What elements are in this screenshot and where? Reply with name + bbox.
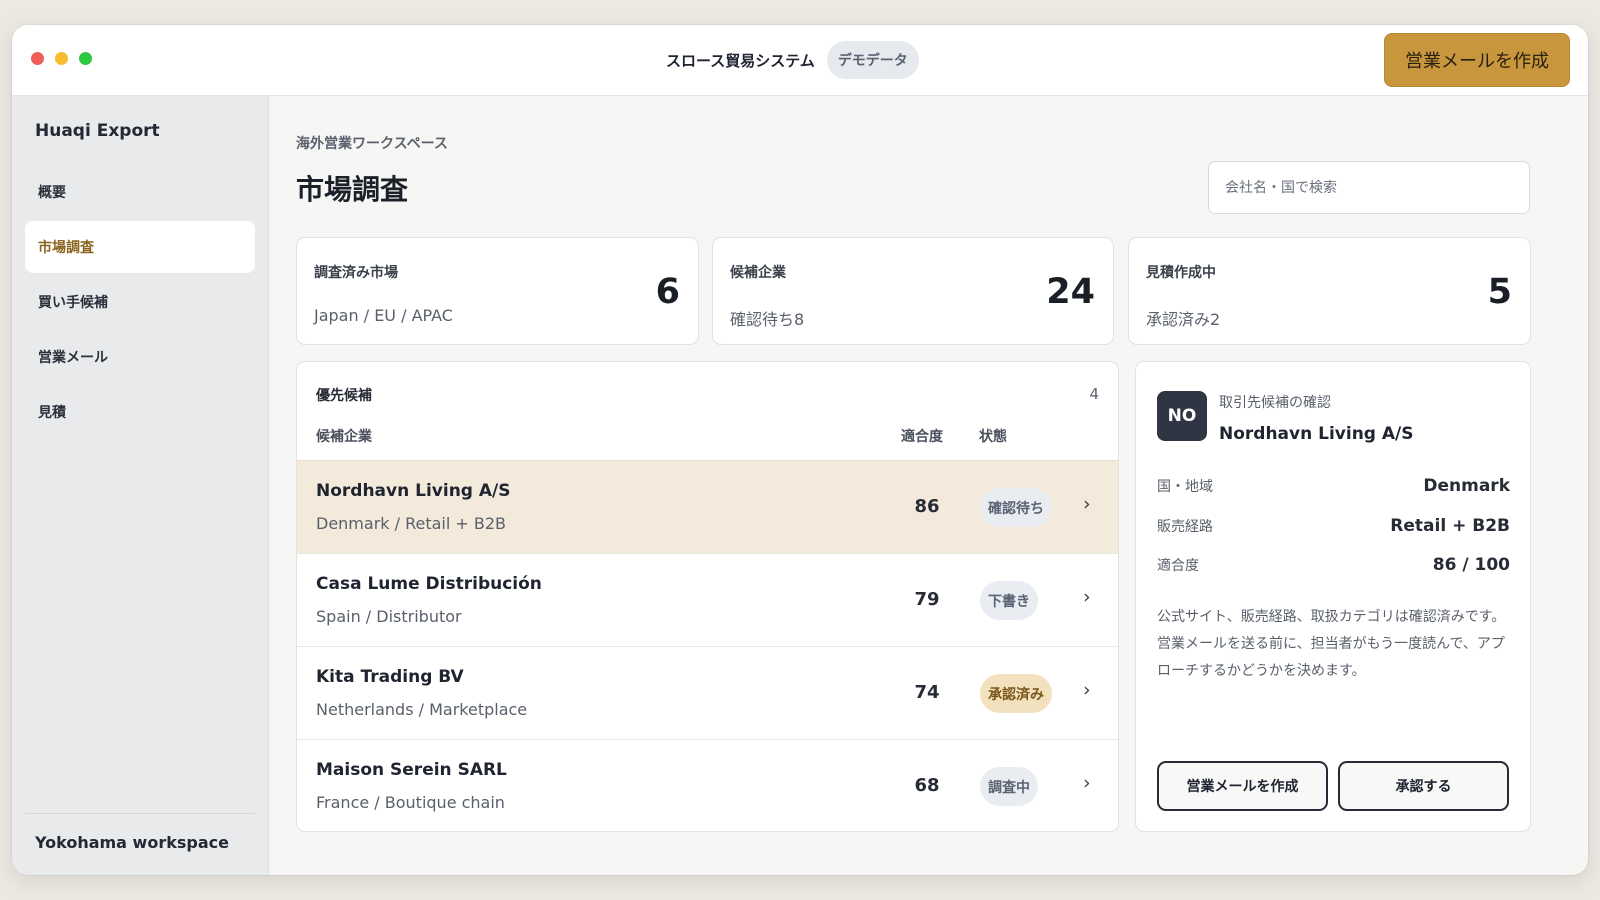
- detail-caption: 取引先候補の確認: [1219, 395, 1331, 411]
- brand-name: Huaqi Export: [35, 121, 160, 141]
- table-row[interactable]: Maison Serein SARL France / Boutique cha…: [297, 739, 1118, 831]
- field-label: 適合度: [1157, 558, 1199, 574]
- status-badge: 下書き: [980, 581, 1038, 620]
- column-header-company: 候補企業: [316, 429, 372, 445]
- field-value: Retail + B2B: [1390, 516, 1510, 536]
- candidate-list: Nordhavn Living A/S Denmark / Retail + B…: [297, 460, 1118, 831]
- workspace-name: Yokohama workspace: [35, 833, 229, 852]
- sidebar: Huaqi Export 概要 市場調査 買い手候補 営業メール 見積 Yoko…: [12, 96, 269, 875]
- page-title: 市場調査: [296, 173, 409, 206]
- field-label: 国・地域: [1157, 479, 1213, 495]
- field-value: 86 / 100: [1432, 555, 1510, 575]
- field-label: 販売経路: [1157, 519, 1213, 535]
- sidebar-item-quotes[interactable]: 見積: [25, 386, 255, 438]
- status-badge: 調査中: [980, 767, 1038, 806]
- table-row[interactable]: Kita Trading BV Netherlands / Marketplac…: [297, 646, 1118, 739]
- breadcrumb: 海外営業ワークスペース: [296, 136, 448, 152]
- detail-compose-email-button[interactable]: 営業メールを作成: [1157, 761, 1328, 811]
- company-name: Kita Trading BV: [316, 667, 464, 687]
- stat-value: 6: [655, 272, 680, 312]
- detail-note: 公式サイト、販売経路、取扱カテゴリは確認済みです。営業メールを送る前に、担当者が…: [1157, 609, 1506, 679]
- fit-score: 68: [914, 775, 940, 796]
- status-badge: 確認待ち: [980, 488, 1052, 527]
- company-name: Maison Serein SARL: [316, 760, 507, 780]
- approve-button[interactable]: 承認する: [1338, 761, 1509, 811]
- company-meta: Denmark / Retail + B2B: [316, 514, 507, 533]
- sidebar-item-sales-email[interactable]: 営業メール: [25, 331, 255, 383]
- sidebar-nav: 概要 市場調査 買い手候補 営業メール 見積: [25, 166, 255, 441]
- stat-label: 候補企業: [730, 265, 786, 281]
- status-badge: 承認済み: [980, 674, 1052, 713]
- window-controls: [31, 52, 92, 65]
- table-row[interactable]: Casa Lume Distribución Spain / Distribut…: [297, 553, 1118, 646]
- priority-candidates-panel: 優先候補 4 候補企業 適合度 状態 Nordhavn Living A/S D…: [296, 361, 1119, 832]
- detail-field-channel: 販売経路 Retail + B2B: [1157, 514, 1510, 538]
- company-meta: Netherlands / Marketplace: [316, 700, 528, 719]
- chevron-right-icon[interactable]: ›: [1083, 679, 1091, 701]
- company-meta: Spain / Distributor: [316, 607, 462, 626]
- title-bar: スロース貿易システム デモデータ 営業メールを作成: [12, 25, 1588, 96]
- column-header-status: 状態: [979, 429, 1007, 445]
- title-group: スロース貿易システム デモデータ: [666, 41, 919, 79]
- sidebar-item-market-research[interactable]: 市場調査: [25, 221, 255, 273]
- stat-sub: 承認済み2: [1146, 310, 1221, 329]
- demo-data-badge: デモデータ: [826, 41, 919, 79]
- stat-sub: Japan / EU / APAC: [314, 306, 453, 325]
- candidate-detail-panel: NO 取引先候補の確認 Nordhavn Living A/S 国・地域 Den…: [1135, 361, 1531, 832]
- candidate-count: 4: [1089, 385, 1099, 403]
- stat-card-markets: 調査済み市場 Japan / EU / APAC 6: [296, 237, 699, 345]
- stat-label: 調査済み市場: [314, 265, 398, 281]
- stat-value: 5: [1487, 272, 1512, 312]
- panel-title: 優先候補: [316, 388, 372, 404]
- fit-score: 74: [914, 682, 940, 703]
- workspace-switcher[interactable]: Yokohama workspace: [25, 813, 255, 875]
- fit-score: 79: [914, 589, 940, 610]
- stat-card-candidates: 候補企業 確認待ち8 24: [712, 237, 1114, 345]
- stat-label: 見積作成中: [1146, 265, 1216, 281]
- main-content: 海外営業ワークスペース 市場調査 調査済み市場 Japan / EU / APA…: [269, 96, 1588, 875]
- field-value: Denmark: [1423, 476, 1510, 496]
- close-window-button[interactable]: [31, 52, 44, 65]
- fit-score: 86: [914, 496, 940, 517]
- app-title: スロース貿易システム: [666, 51, 815, 70]
- table-row[interactable]: Nordhavn Living A/S Denmark / Retail + B…: [297, 460, 1118, 553]
- avatar: NO: [1157, 391, 1207, 441]
- app-window: スロース貿易システム デモデータ 営業メールを作成 Huaqi Export 概…: [12, 25, 1588, 875]
- sidebar-item-overview[interactable]: 概要: [25, 166, 255, 218]
- company-name: Nordhavn Living A/S: [316, 481, 511, 501]
- company-meta: France / Boutique chain: [316, 793, 505, 812]
- zoom-window-button[interactable]: [79, 52, 92, 65]
- stat-sub: 確認待ち8: [730, 310, 805, 329]
- chevron-right-icon[interactable]: ›: [1083, 586, 1091, 608]
- detail-field-score: 適合度 86 / 100: [1157, 553, 1510, 577]
- stat-value: 24: [1046, 272, 1095, 312]
- search-input[interactable]: [1208, 161, 1530, 214]
- sidebar-item-buyer-candidates[interactable]: 買い手候補: [25, 276, 255, 328]
- compose-email-button[interactable]: 営業メールを作成: [1384, 33, 1570, 87]
- detail-field-country: 国・地域 Denmark: [1157, 474, 1510, 498]
- stat-card-quotes: 見積作成中 承認済み2 5: [1128, 237, 1531, 345]
- company-name: Casa Lume Distribución: [316, 574, 542, 594]
- column-header-score: 適合度: [901, 429, 943, 445]
- minimize-window-button[interactable]: [55, 52, 68, 65]
- detail-company-name: Nordhavn Living A/S: [1219, 424, 1414, 444]
- chevron-right-icon[interactable]: ›: [1083, 772, 1091, 794]
- chevron-right-icon[interactable]: ›: [1083, 493, 1091, 515]
